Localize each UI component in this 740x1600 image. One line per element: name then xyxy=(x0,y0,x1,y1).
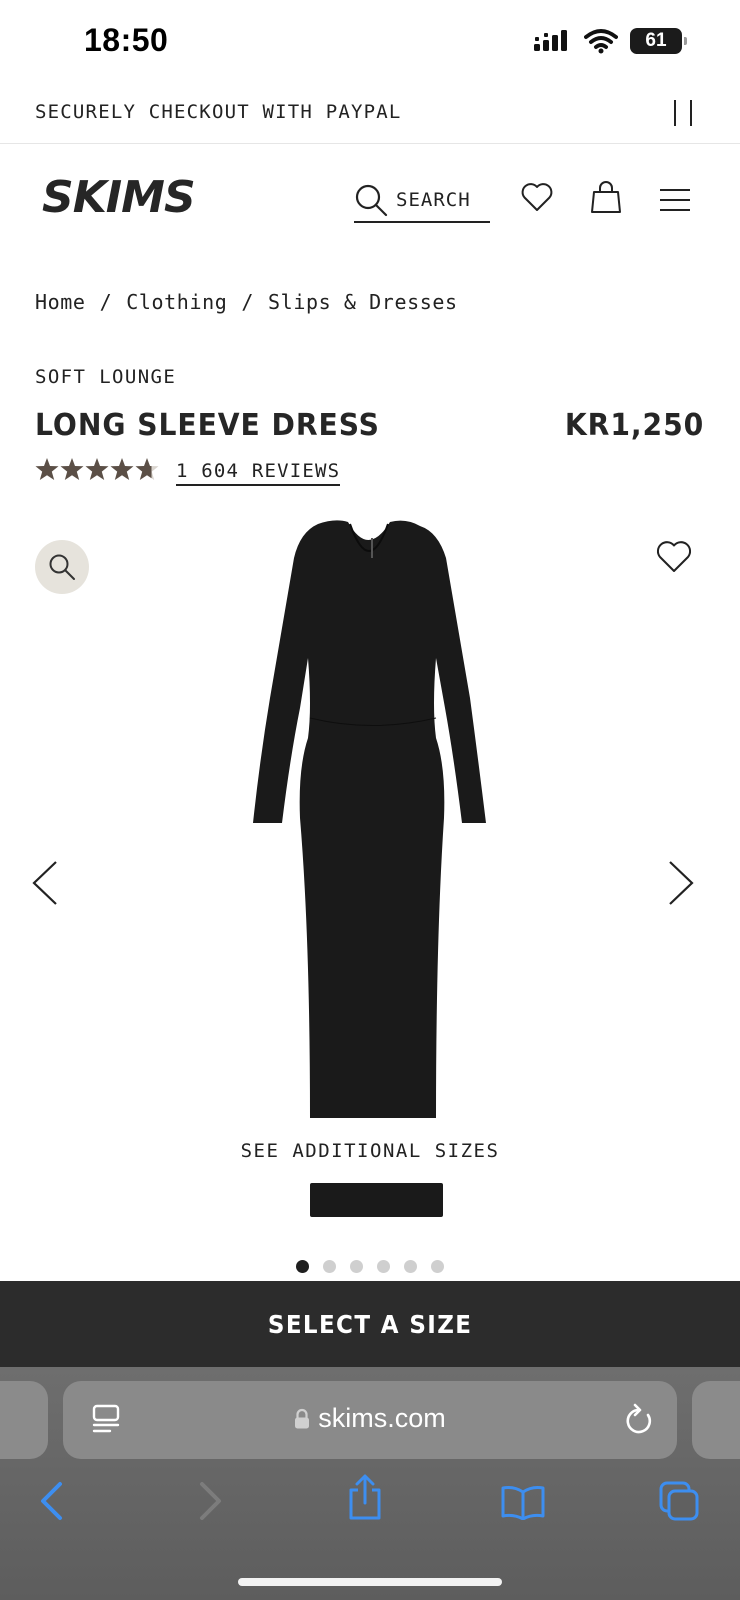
star-icon xyxy=(60,458,84,480)
reviews-link[interactable]: 1 604 REVIEWS xyxy=(176,460,341,486)
carousel-dot[interactable] xyxy=(296,1260,309,1273)
select-size-label: SELECT A SIZE xyxy=(267,1309,473,1339)
carousel-dot[interactable] xyxy=(377,1260,390,1273)
carousel-dot[interactable] xyxy=(323,1260,336,1273)
star-icon xyxy=(135,458,159,480)
url-text: skims.com xyxy=(318,1403,446,1433)
battery-icon: 61 xyxy=(630,28,687,54)
pause-icon[interactable] xyxy=(674,100,692,126)
breadcrumb-clothing[interactable]: Clothing xyxy=(126,290,227,314)
back-chevron-icon[interactable] xyxy=(38,1480,64,1522)
product-thumbnail-hem xyxy=(310,1183,443,1217)
star-icon xyxy=(85,458,109,480)
wishlist-heart-icon[interactable] xyxy=(521,182,553,212)
search-icon xyxy=(355,184,388,216)
cellular-signal-icon xyxy=(534,30,567,51)
search-label: SEARCH xyxy=(396,188,471,211)
share-icon[interactable] xyxy=(346,1474,384,1522)
product-image-dress xyxy=(253,520,486,1118)
promo-banner: SECURELY CHECKOUT WITH PAYPAL xyxy=(0,84,740,144)
status-icons: 61 xyxy=(534,28,687,54)
shopping-bag-icon[interactable] xyxy=(590,180,622,214)
bookmarks-icon[interactable] xyxy=(500,1484,546,1520)
carousel-dots xyxy=(0,1260,740,1273)
breadcrumb-slips-dresses[interactable]: Slips & Dresses xyxy=(268,290,458,314)
star-rating[interactable] xyxy=(35,457,161,483)
breadcrumb-home[interactable]: Home xyxy=(35,290,86,314)
carousel-dot[interactable] xyxy=(350,1260,363,1273)
see-additional-sizes[interactable]: SEE ADDITIONAL SIZES xyxy=(0,1140,740,1162)
search-button[interactable]: SEARCH xyxy=(354,178,490,223)
tabs-icon[interactable] xyxy=(658,1480,700,1522)
product-collection: SOFT LOUNGE xyxy=(35,366,177,388)
previous-image-arrow-icon[interactable] xyxy=(30,860,60,906)
home-indicator xyxy=(238,1578,502,1586)
zoom-button[interactable] xyxy=(35,540,89,594)
svg-text:SKIMS: SKIMS xyxy=(42,172,195,220)
breadcrumb-separator: / xyxy=(99,290,113,314)
carousel-dot[interactable] xyxy=(404,1260,417,1273)
forward-chevron-icon xyxy=(200,1482,221,1520)
star-icon xyxy=(35,458,59,480)
product-price: KR1,250 xyxy=(564,408,704,443)
carousel-dot[interactable] xyxy=(431,1260,444,1273)
status-time: 18:50 xyxy=(84,22,169,58)
reload-icon[interactable] xyxy=(624,1403,654,1435)
next-image-arrow-icon[interactable] xyxy=(666,860,696,906)
magnifier-icon xyxy=(49,554,75,580)
select-size-button[interactable]: SELECT A SIZE xyxy=(0,1281,740,1367)
product-title: LONG SLEEVE DRESS xyxy=(35,408,380,443)
breadcrumb-separator: / xyxy=(241,290,255,314)
skims-logo[interactable]: SKIMS xyxy=(40,172,212,225)
lock-icon xyxy=(295,1408,310,1428)
star-icon xyxy=(110,458,134,480)
wifi-icon xyxy=(584,29,618,54)
promo-text: SECURELY CHECKOUT WITH PAYPAL xyxy=(35,101,402,123)
add-to-wishlist-heart-icon[interactable] xyxy=(656,540,692,574)
breadcrumb: Home / Clothing / Slips & Dresses xyxy=(35,290,458,314)
menu-hamburger-icon[interactable] xyxy=(659,188,691,212)
